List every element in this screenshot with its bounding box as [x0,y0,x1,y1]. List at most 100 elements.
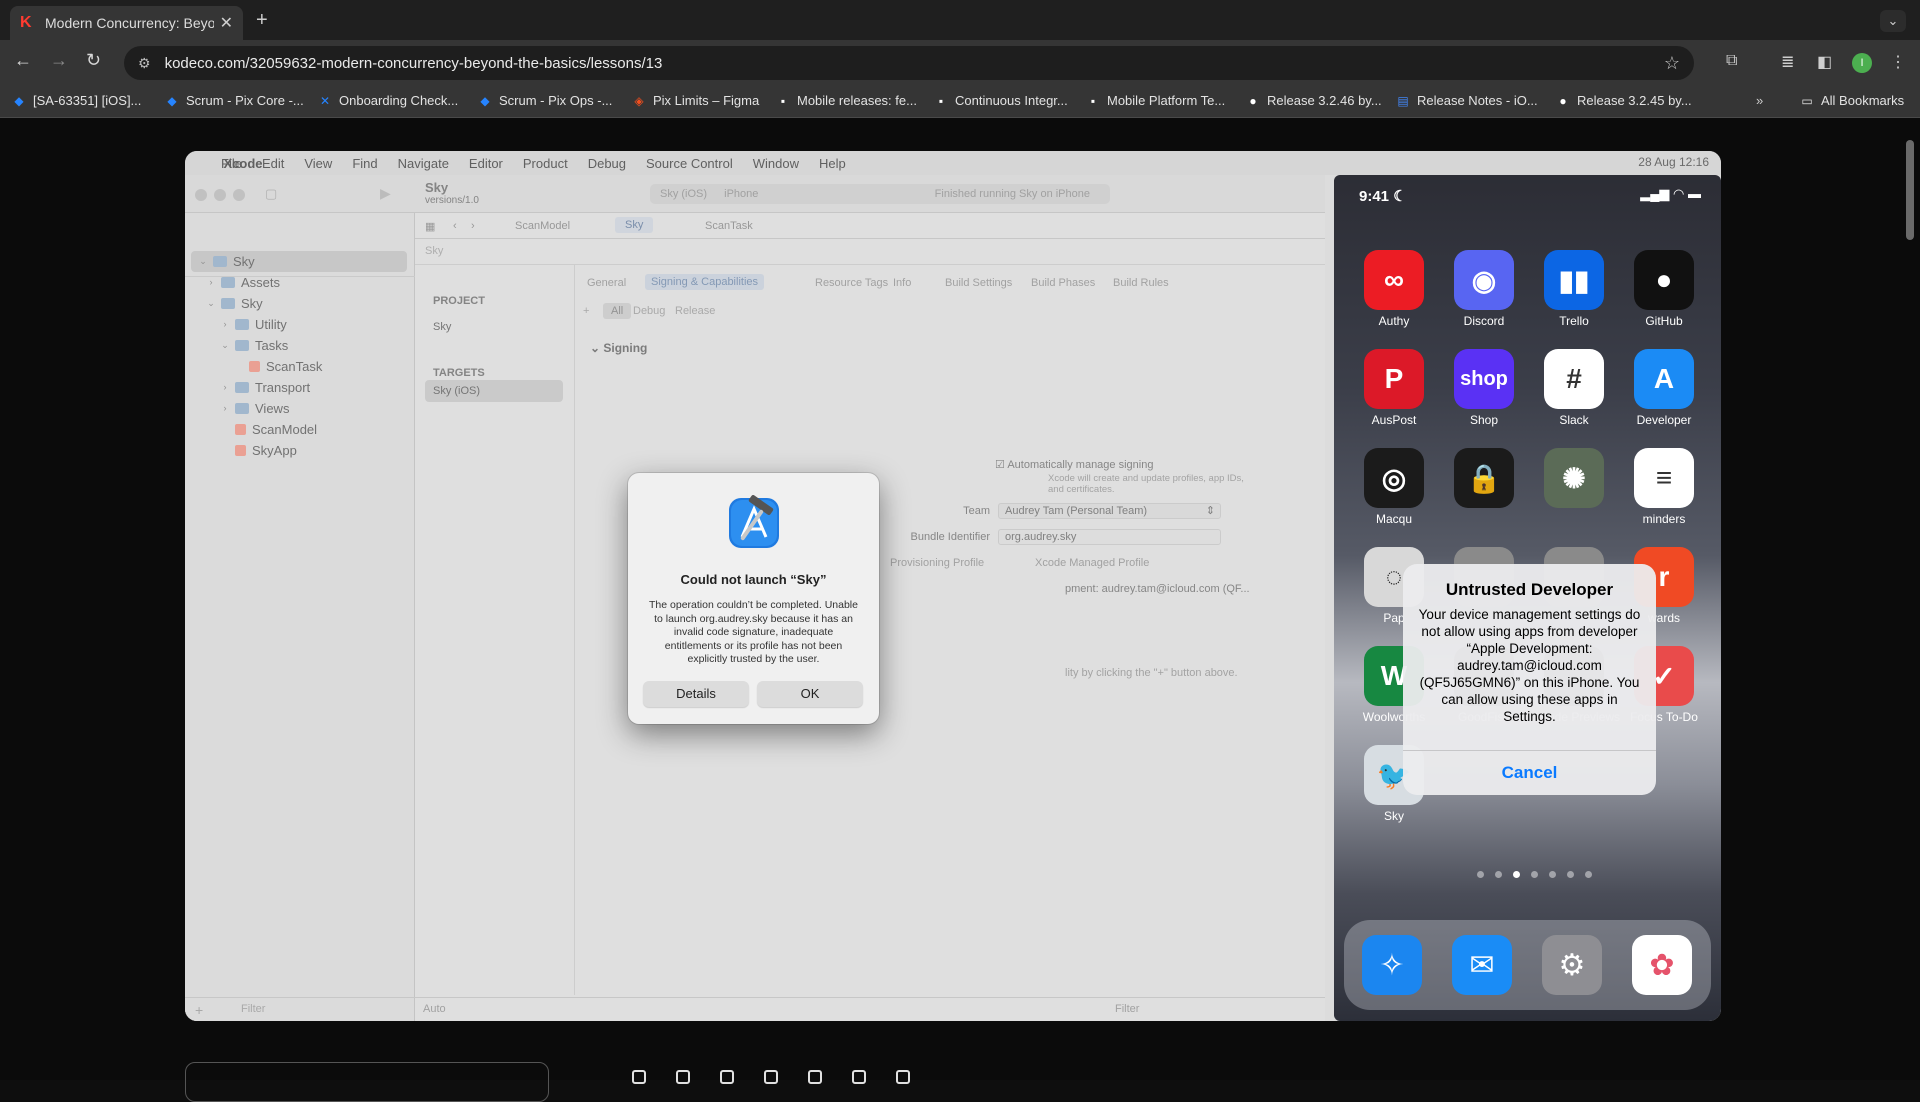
bookmark-item[interactable]: ▪ Mobile Platform Te... [1086,93,1225,108]
mac-menu-product: Product [522,155,568,171]
mac-menu-navigate: Navigate [397,155,449,171]
slack-icon: # [1544,349,1604,409]
close-tab-icon[interactable]: ✕ [220,13,233,33]
bookmark-label: Onboarding Check... [339,93,459,108]
app-icon: ▮▮ Trello [1534,250,1614,328]
side-panel-icon[interactable]: ◧ [1817,52,1832,72]
player-control-icon[interactable] [764,1070,778,1084]
player-control-icon[interactable] [852,1070,866,1084]
app-icon: 🔒 [1454,448,1514,508]
back-icon[interactable]: ← [14,50,32,71]
bookmark-item[interactable]: ✕ Onboarding Check... [318,93,458,108]
bookmark-label: [SA-63351] [iOS]... [33,93,142,108]
all-bookmarks[interactable]: ▭ All Bookmarks [1800,93,1904,108]
untrusted-developer-alert: Untrusted Developer Your device manageme… [1403,564,1656,795]
app-icon: ≡ minders [1624,448,1704,526]
developer-icon: A [1634,349,1694,409]
app-icon: P AusPost [1354,349,1434,427]
mac-menu-window: Window [752,155,799,171]
bookmark-item[interactable]: ◈ Pix Limits – Figma [632,93,759,108]
app-label: Trello [1559,314,1589,328]
page-scrollbar[interactable] [1906,140,1914,240]
page-dot-active [1513,871,1520,878]
docs-icon: ▤ [1397,93,1409,108]
player-control-icon[interactable] [632,1070,646,1084]
app-icon: A Developer [1624,349,1704,427]
mac-menu-bar: Xcode File Edit View Find Navigate Editor Produ… [185,151,1721,175]
doc-icon: ▪ [938,93,944,108]
bookmark-item[interactable]: ▤ Release Notes - iO... [1396,93,1537,108]
folder-icon: ▭ [1801,93,1813,108]
site-info-icon[interactable]: ⚙ [138,55,151,72]
extensions-icon[interactable]: ⧉ [1726,52,1737,70]
player-control-icon[interactable] [720,1070,734,1084]
bookmark-item[interactable]: ▪ Mobile releases: fe... [776,93,917,108]
app-icon: ● GitHub [1624,250,1704,328]
figma-icon: ◈ [634,93,644,108]
github-icon: ● [1634,250,1694,310]
player-control-icon[interactable] [896,1070,910,1084]
auspost-icon: P [1364,349,1424,409]
mac-menu-source-control: Source Control [646,155,733,171]
mac-menu-help: Help [818,155,846,171]
mac-menu-xcode: Xcode [223,155,263,171]
bookmark-label: Mobile releases: fe... [797,93,917,108]
jira-icon: ◆ [167,93,177,108]
ok-button[interactable]: OK [757,681,863,707]
bookmark-label: Continuous Integr... [955,93,1068,108]
bookmark-item[interactable]: ● Release 3.2.45 by... [1556,93,1692,108]
bookmark-label: Pix Limits – Figma [653,93,760,108]
app-icon: # Slack [1534,349,1614,427]
page-dot [1495,871,1502,878]
mac-menu-view: View [304,155,333,171]
app-icon: ◉ Discord [1444,250,1524,328]
browser-tab[interactable]: K Modern Concurrency: Beyond ✕ [10,6,243,40]
tab-search-icon[interactable]: ⌄ [1880,10,1906,32]
doc-icon: ▪ [780,93,786,108]
menu-kebab-icon[interactable]: ⋮ [1890,52,1906,72]
page-dots [1477,871,1603,878]
new-tab-icon[interactable]: + [256,9,268,32]
app-label: minders [1642,512,1686,526]
menubar-clock: 28 Aug 12:16 [1638,155,1709,169]
kodeco-favicon-icon: K [20,14,32,31]
bookmarks-bar: » ▭ All Bookmarks ◆ [SA-63351] [iOS]... ◆ Sc… [0,86,1920,118]
iphone-dock: ✧ ✉ ⚙ ✿ [1344,920,1711,1010]
app-label: Shop [1469,413,1499,427]
profile-avatar[interactable]: I [1852,53,1872,73]
browser-toolbar: ← → ↻ ⚙ kodeco.com/32059632-modern-concu… [0,40,1920,86]
xcode-app-icon [729,495,779,548]
bookmark-star-icon[interactable]: ☆ [1664,53,1680,74]
bookmark-item[interactable]: ● Release 3.2.46 by... [1246,93,1381,108]
shop-icon: shop [1454,349,1514,409]
minders-icon: ≡ [1634,448,1694,508]
video-frame: Xcode File Edit View Find Navigate Editor Produ… [185,151,1721,1021]
page-dot [1585,871,1592,878]
player-control-icon[interactable] [808,1070,822,1084]
forward-icon[interactable]: → [50,50,68,71]
url-text: kodeco.com/32059632-modern-concurrency-b… [164,54,663,72]
github-icon: ● [1249,93,1257,108]
bookmark-item[interactable]: ◆ Scrum - Pix Core -... [165,93,304,108]
bookmark-item[interactable]: ◆ Scrum - Pix Ops -... [478,93,612,108]
reload-icon[interactable]: ↻ [86,50,101,71]
mac-menu-editor: Editor [468,155,503,171]
bookmark-label: Scrum - Pix Core -... [186,93,304,108]
ios-cancel-button[interactable]: Cancel [1403,750,1656,795]
jira-icon: ◆ [480,93,490,108]
player-control-icon[interactable] [676,1070,690,1084]
details-button[interactable]: Details [643,681,749,707]
ios-alert-message: Your device management settings do not a… [1418,607,1641,724]
page-dot [1567,871,1574,878]
bookmark-item[interactable]: ◆ [SA-63351] [iOS]... [12,93,141,108]
bookmark-item[interactable]: ▪ Continuous Integr... [934,93,1068,108]
media-controls-icon[interactable]: ≣ [1781,52,1794,72]
bookmark-label: Release 3.2.45 by... [1577,93,1692,108]
player-input-box[interactable] [185,1062,549,1102]
address-bar[interactable]: ⚙ kodeco.com/32059632-modern-concurrency… [124,46,1694,80]
bookmarks-overflow-icon[interactable]: » [1756,93,1763,108]
bookmark-label: Scrum - Pix Ops -... [499,93,613,108]
app-label: AusPost [1371,413,1417,427]
app-label: Slack [1559,413,1589,427]
app-label: GitHub [1645,314,1683,328]
